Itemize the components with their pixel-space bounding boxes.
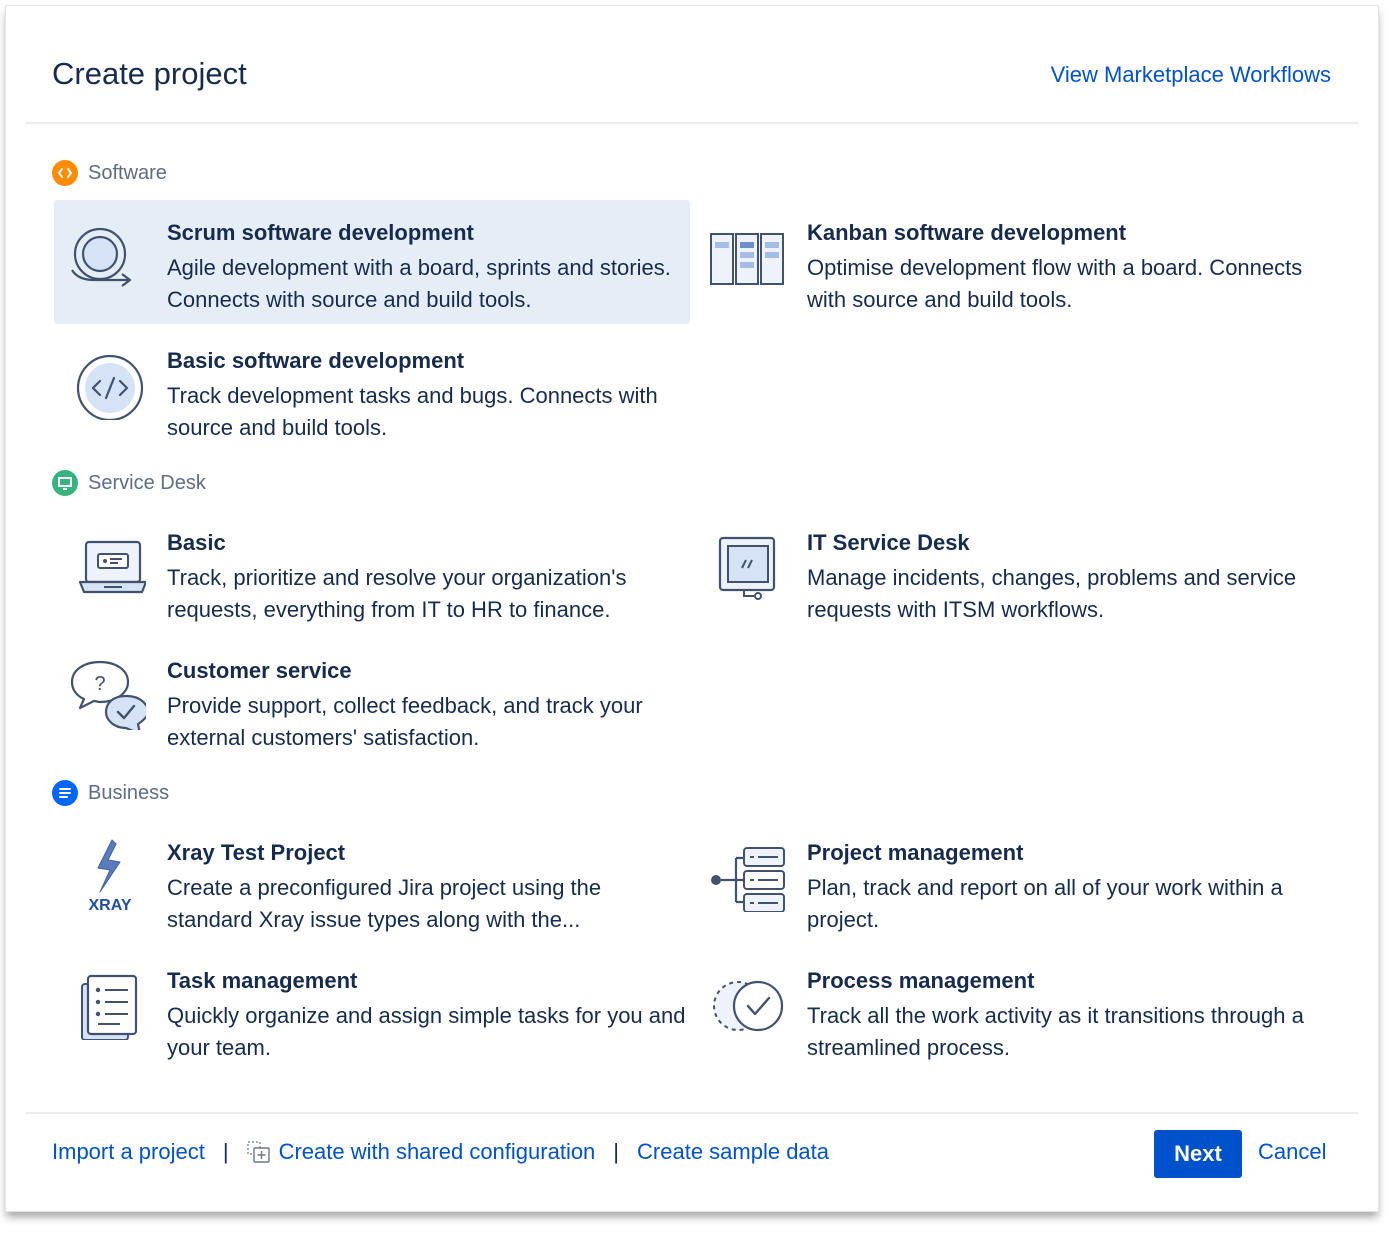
project-type-process-management[interactable]: Process management Track all the work ac… [694,948,1330,1072]
monitor-icon [52,470,78,496]
project-type-title: Process management [807,968,1035,993]
project-type-scrum[interactable]: Scrum software development Agile develop… [54,200,690,324]
project-type-description: Track all the work activity as it transi… [807,1003,1304,1060]
create-shared-configuration-link[interactable]: Create with shared configuration [246,1139,596,1165]
section-software: Software [52,159,167,187]
project-type-xray-test[interactable]: XRAY Xray Test Project Create a preconfi… [54,820,690,944]
project-type-description: Quickly organize and assign simple tasks… [167,1003,686,1060]
project-type-title: IT Service Desk [807,530,970,555]
project-type-title: Basic software development [167,348,465,373]
scrum-cycle-icon [68,222,146,292]
section-label: Business [88,781,170,804]
project-type-it-service-desk[interactable]: IT Service Desk Manage incidents, change… [694,510,1330,634]
header-divider [26,122,1358,124]
project-type-title: Basic [167,530,226,555]
cancel-button[interactable]: Cancel [1258,1139,1326,1165]
footer-links: Import a project | Create with shared co… [52,1139,829,1165]
project-type-title: Project management [807,840,1024,865]
project-type-description: Create a preconfigured Jira project usin… [167,875,602,932]
svg-text:?: ? [94,673,105,695]
project-type-title: Scrum software development [167,220,474,245]
section-label: Service Desk [88,471,206,494]
process-check-icon [708,970,786,1040]
kanban-board-icon [708,222,786,292]
project-type-description: Plan, track and report on all of your wo… [807,875,1283,932]
import-project-link[interactable]: Import a project [52,1139,205,1165]
section-label: Software [88,161,167,184]
project-type-description: Optimise development flow with a board. … [807,255,1303,312]
project-type-title: Kanban software development [807,220,1127,245]
project-type-description: Track, prioritize and resolve your organ… [167,565,627,622]
computer-monitor-icon [708,532,786,602]
view-marketplace-workflows-link[interactable]: View Marketplace Workflows [1051,62,1331,88]
document-lines-icon [52,780,78,806]
project-type-title: Task management [167,968,358,993]
project-type-basic-software[interactable]: Basic software development Track develop… [54,328,690,452]
project-type-customer-service[interactable]: ? Customer service Provide support, coll… [54,638,690,762]
task-list-icon [68,970,146,1041]
section-business: Business [52,779,169,807]
separator: | [222,1139,229,1164]
page-title: Create project [52,56,247,91]
project-type-title: Xray Test Project [167,840,346,865]
xray-logo-text: XRAY [89,897,132,914]
project-type-description: Agile development with a board, sprints … [167,255,671,312]
next-button[interactable]: Next [1154,1130,1242,1178]
project-type-kanban[interactable]: Kanban software development Optimise dev… [694,200,1330,324]
project-type-basic-service[interactable]: Basic Track, prioritize and resolve your… [54,510,690,634]
create-project-dialog: Create project View Marketplace Workflow… [6,6,1378,1211]
project-type-task-management[interactable]: Task management Quickly organize and ass… [54,948,690,1072]
laptop-icon [68,532,148,602]
code-circle-icon [68,350,146,422]
project-type-title: Customer service [167,658,352,683]
project-type-description: Manage incidents, changes, problems and … [807,565,1297,622]
dialog-header: Create project View Marketplace Workflow… [6,6,1378,124]
xray-logo-icon: XRAY [68,839,146,914]
project-type-description: Provide support, collect feedback, and t… [167,693,643,750]
project-tree-icon [708,842,786,913]
chat-bubbles-icon: ? [68,660,150,736]
project-type-project-management[interactable]: Project management Plan, track and repor… [694,820,1330,944]
project-type-description: Track development tasks and bugs. Connec… [167,383,658,440]
footer-divider [26,1112,1358,1114]
create-sample-data-link[interactable]: Create sample data [637,1139,829,1165]
shared-config-icon [246,1141,270,1163]
section-service-desk: Service Desk [52,469,206,497]
shared-config-label: Create with shared configuration [278,1139,596,1164]
separator: | [613,1139,620,1164]
code-icon [52,160,78,186]
